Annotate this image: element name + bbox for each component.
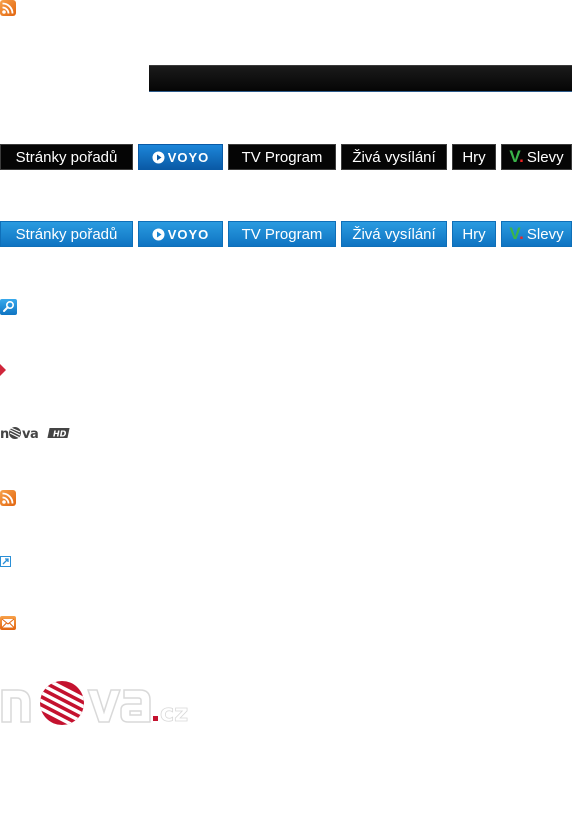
nav-item-label: VOYO bbox=[167, 226, 210, 242]
nav-item-label: Živá vysílání bbox=[352, 148, 436, 166]
nav-item-deals[interactable]: V. Slevy bbox=[501, 144, 572, 170]
voyo-play-icon bbox=[152, 151, 165, 163]
nav-item-label: Stránky pořadů bbox=[15, 148, 118, 166]
voyo-logo: VOYO bbox=[152, 227, 210, 242]
v-logo-icon: V. bbox=[509, 147, 524, 166]
nova-hd-logo: n va HD bbox=[0, 426, 70, 445]
v-logo-icon: V. bbox=[509, 224, 524, 243]
rss-icon[interactable] bbox=[0, 0, 16, 16]
nav-item-live[interactable]: Živá vysílání bbox=[341, 144, 447, 170]
svg-text:HD: HD bbox=[53, 430, 67, 439]
arrow-right-icon bbox=[0, 364, 6, 376]
nav-item-tv-program[interactable]: TV Program bbox=[228, 221, 336, 247]
nav-item-label: Živá vysílání bbox=[352, 225, 436, 243]
rss-icon[interactable] bbox=[0, 490, 16, 506]
svg-text:cz: cz bbox=[160, 699, 188, 727]
nav-item-games[interactable]: Hry bbox=[452, 144, 496, 170]
nav-item-show-pages[interactable]: Stránky pořadů bbox=[0, 144, 133, 170]
nova-cz-logo: cz bbox=[0, 680, 198, 733]
main-nav-light: Stránky pořadů VOYO TV Program Živá vysí… bbox=[0, 221, 572, 247]
nav-item-label: Slevy bbox=[526, 148, 564, 166]
main-nav-dark: Stránky pořadů VOYO TV Program Živá vysí… bbox=[0, 144, 572, 170]
nav-item-label: Slevy bbox=[526, 225, 564, 243]
nav-item-label: TV Program bbox=[241, 148, 323, 166]
nav-item-label: Hry bbox=[462, 225, 486, 243]
nav-item-label: Stránky pořadů bbox=[15, 225, 118, 243]
header-bar bbox=[149, 65, 572, 92]
svg-text:n: n bbox=[0, 427, 9, 440]
nav-item-tv-program[interactable]: TV Program bbox=[228, 144, 336, 170]
nav-item-label: Hry bbox=[462, 148, 486, 166]
nav-item-label: TV Program bbox=[241, 225, 323, 243]
voyo-play-icon bbox=[152, 228, 165, 240]
mail-icon[interactable] bbox=[0, 616, 16, 630]
svg-text:va: va bbox=[22, 427, 38, 440]
nav-item-label: VOYO bbox=[167, 149, 210, 165]
nav-item-deals[interactable]: V. Slevy bbox=[501, 221, 572, 247]
nav-item-live[interactable]: Živá vysílání bbox=[341, 221, 447, 247]
nav-item-show-pages[interactable]: Stránky pořadů bbox=[0, 221, 133, 247]
nav-item-voyo[interactable]: VOYO bbox=[138, 221, 223, 247]
external-link-icon[interactable] bbox=[0, 556, 11, 567]
voyo-logo: VOYO bbox=[152, 150, 210, 165]
search-icon[interactable] bbox=[0, 299, 17, 315]
nav-item-games[interactable]: Hry bbox=[452, 221, 496, 247]
nav-item-voyo[interactable]: VOYO bbox=[138, 144, 223, 170]
